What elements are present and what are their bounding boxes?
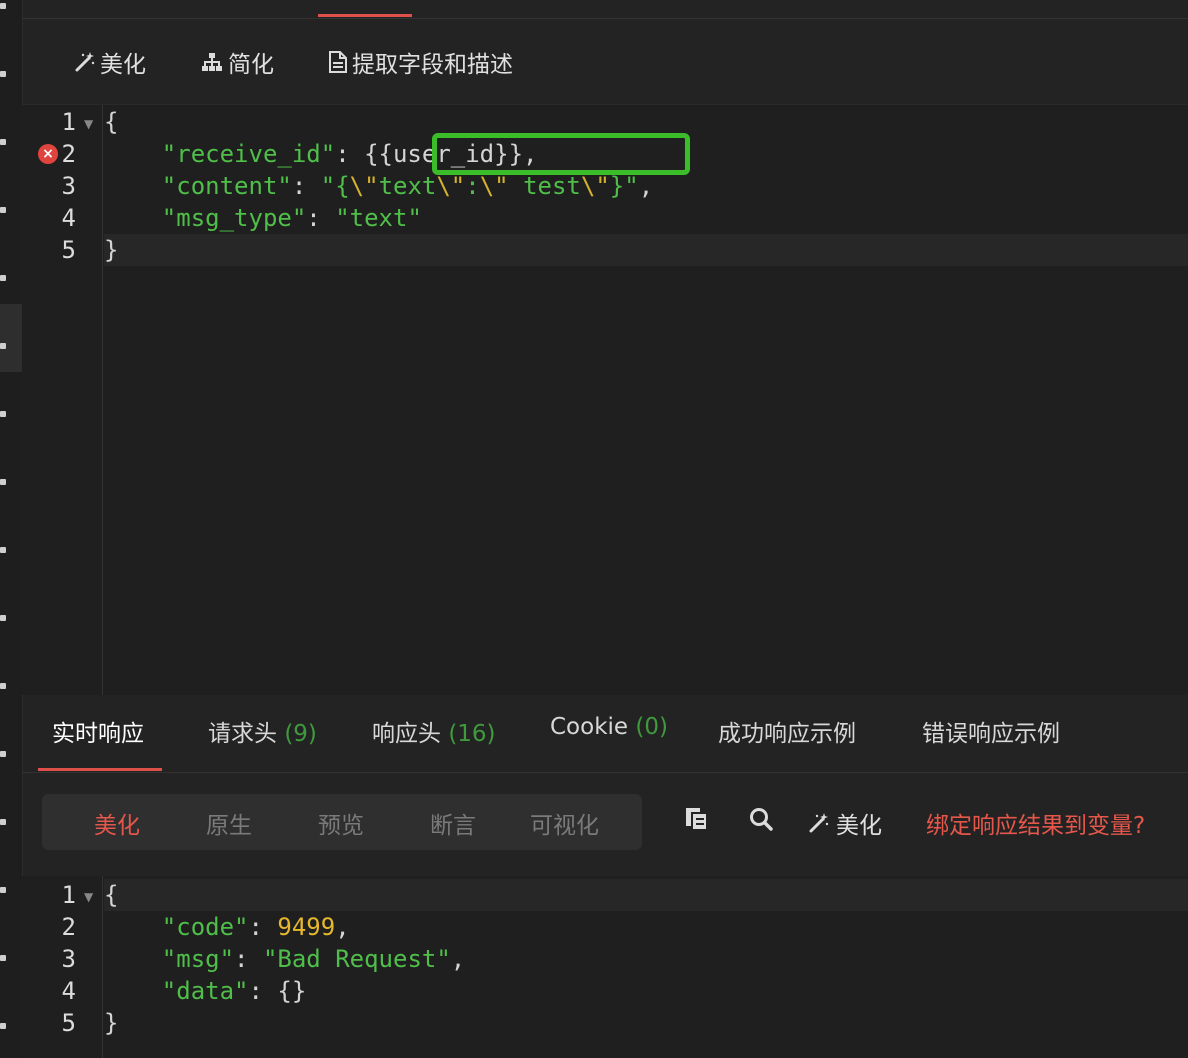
line-number: 5 xyxy=(61,1009,76,1037)
fold-arrow-icon[interactable]: ▼ xyxy=(84,117,93,131)
response-body-viewer[interactable]: 1 ▼ 2 3 4 5 { "code": 9499, "msg": "Bad … xyxy=(22,876,1188,1058)
line-number-gutter: 1 ▼ 2 3 4 5 xyxy=(22,876,103,1058)
search-button[interactable] xyxy=(748,806,774,832)
request-tab-bar xyxy=(22,0,1188,19)
strip-marker xyxy=(0,3,6,9)
response-tabs: 实时响应 请求头 (9) 响应头 (16) Cookie (0) 成功响应示例 … xyxy=(22,696,1188,773)
left-strip-active-item xyxy=(0,304,22,372)
annotation-highlight-box xyxy=(432,133,690,175)
tab-error-example[interactable]: 错误响应示例 xyxy=(922,714,1060,748)
magic-wand-icon xyxy=(75,52,95,72)
active-tab-indicator xyxy=(318,14,412,17)
code-line: "code": 9499, xyxy=(161,913,350,941)
strip-marker xyxy=(0,1023,6,1029)
copy-icon xyxy=(686,808,708,831)
simplify-label: 简化 xyxy=(228,52,274,78)
strip-marker xyxy=(0,751,6,757)
extract-fields-label: 提取字段和描述 xyxy=(352,52,513,78)
hierarchy-icon xyxy=(202,53,222,71)
code-line: "msg": "Bad Request", xyxy=(161,945,466,973)
magic-wand-icon xyxy=(809,813,829,833)
tab-count: (16) xyxy=(448,721,496,747)
strip-marker xyxy=(0,479,6,485)
code-area[interactable]: { "receive_id": {{user_id}}, "content": … xyxy=(104,105,1188,695)
bind-response-variable-link[interactable]: 绑定响应结果到变量? xyxy=(926,806,1145,840)
view-mode-beautify[interactable]: 美化 xyxy=(94,806,140,840)
code-line: { xyxy=(104,881,119,909)
code-line: "data": {} xyxy=(161,977,307,1005)
tab-live-response[interactable]: 实时响应 xyxy=(52,714,144,748)
strip-marker xyxy=(0,819,6,825)
tab-count: (0) xyxy=(635,714,668,740)
line-number: 3 xyxy=(61,172,76,200)
strip-marker xyxy=(0,71,6,77)
active-tab-indicator xyxy=(38,768,162,771)
beautify-label: 美化 xyxy=(100,52,146,78)
strip-marker xyxy=(0,683,6,689)
strip-marker xyxy=(0,615,6,621)
code-line: } xyxy=(104,1009,119,1037)
strip-marker xyxy=(0,139,6,145)
strip-marker xyxy=(0,411,6,417)
document-icon xyxy=(329,51,347,73)
response-beautify-button[interactable]: 美化 xyxy=(808,806,882,840)
tab-request-headers[interactable]: 请求头 (9) xyxy=(208,714,317,748)
strip-marker xyxy=(0,887,6,893)
tab-success-example[interactable]: 成功响应示例 xyxy=(718,714,856,748)
strip-marker xyxy=(0,955,6,961)
simplify-button[interactable]: 简化 xyxy=(200,46,274,78)
line-number: 5 xyxy=(61,236,76,264)
strip-marker xyxy=(0,275,6,281)
line-number: 4 xyxy=(61,204,76,232)
line-number: 1 xyxy=(61,881,76,909)
code-line: } xyxy=(104,236,119,264)
strip-marker xyxy=(0,207,6,213)
view-mode-assert[interactable]: 断言 xyxy=(430,806,476,840)
left-side-strip xyxy=(0,0,23,1058)
view-mode-segmented-control: 美化 原生 预览 断言 可视化 xyxy=(42,794,642,850)
copy-button[interactable] xyxy=(684,806,710,832)
fold-arrow-icon[interactable]: ▼ xyxy=(84,890,93,904)
request-body-toolbar: 美化 简化 提取字段和描述 xyxy=(22,36,1188,88)
view-mode-raw[interactable]: 原生 xyxy=(206,806,252,840)
line-number: 1 xyxy=(61,108,76,136)
line-number: 2 xyxy=(61,140,76,168)
line-number: 2 xyxy=(61,913,76,941)
tab-response-headers[interactable]: 响应头 (16) xyxy=(372,714,496,748)
strip-marker xyxy=(0,343,6,349)
request-body-editor[interactable]: 1 ▼ × 2 3 4 5 { "receive_id": {{user_id}… xyxy=(22,104,1188,695)
line-number: 4 xyxy=(61,977,76,1005)
line-number-gutter: 1 ▼ × 2 3 4 5 xyxy=(22,105,103,695)
code-line: "msg_type": "text" xyxy=(161,204,422,232)
code-area: { "code": 9499, "msg": "Bad Request", "d… xyxy=(104,876,1188,1058)
view-mode-visualize[interactable]: 可视化 xyxy=(530,806,599,840)
search-icon xyxy=(750,808,773,831)
view-mode-preview[interactable]: 预览 xyxy=(318,806,364,840)
strip-marker xyxy=(0,547,6,553)
response-beautify-label: 美化 xyxy=(836,813,882,839)
line-number: 3 xyxy=(61,945,76,973)
tab-count: (9) xyxy=(284,721,317,747)
beautify-button[interactable]: 美化 xyxy=(74,46,146,78)
tab-cookie[interactable]: Cookie (0) xyxy=(550,714,668,740)
extract-fields-button[interactable]: 提取字段和描述 xyxy=(328,46,513,78)
